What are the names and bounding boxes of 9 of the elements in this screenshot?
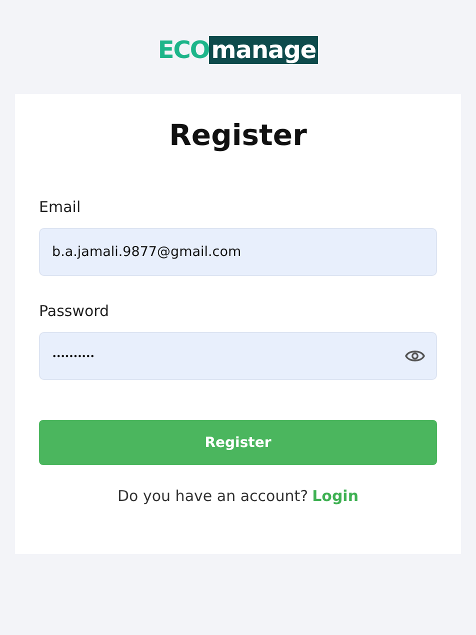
email-field[interactable]: b.a.jamali.9877@gmail.com	[39, 228, 437, 276]
account-prompt: Do you have an account?	[117, 487, 308, 505]
logo-text: ECO	[158, 36, 210, 64]
eye-icon[interactable]	[405, 349, 425, 363]
form-title: Register	[168, 118, 308, 152]
field-label: Email	[39, 198, 82, 216]
field-label: Password	[39, 302, 110, 320]
logo-text: manage	[209, 36, 318, 64]
password-field[interactable]: ••••••••••	[39, 332, 437, 380]
